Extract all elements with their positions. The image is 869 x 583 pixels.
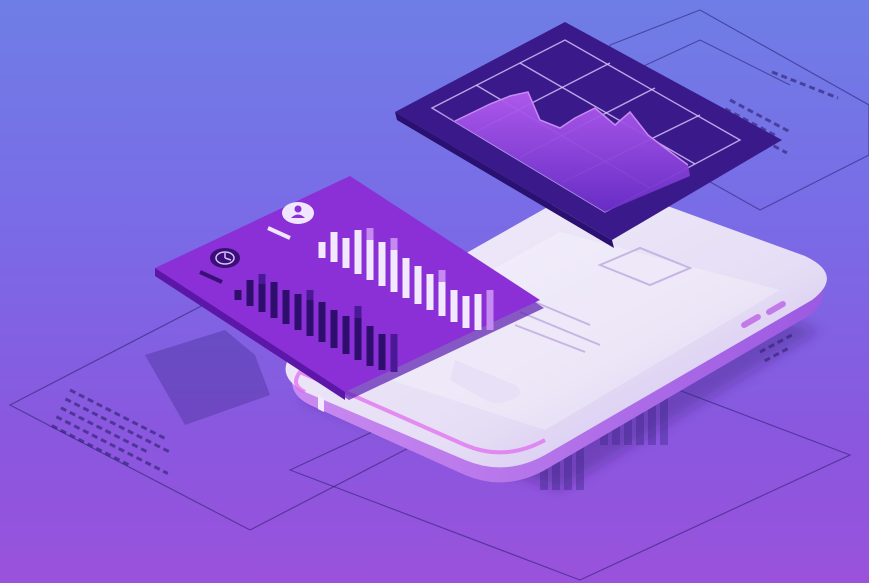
light-bar-series: [318, 395, 324, 413]
clock-icon: [210, 248, 240, 268]
isometric-illustration: [8, 9, 869, 581]
user-icon: [282, 202, 314, 224]
area-chart-panel: [395, 22, 782, 248]
